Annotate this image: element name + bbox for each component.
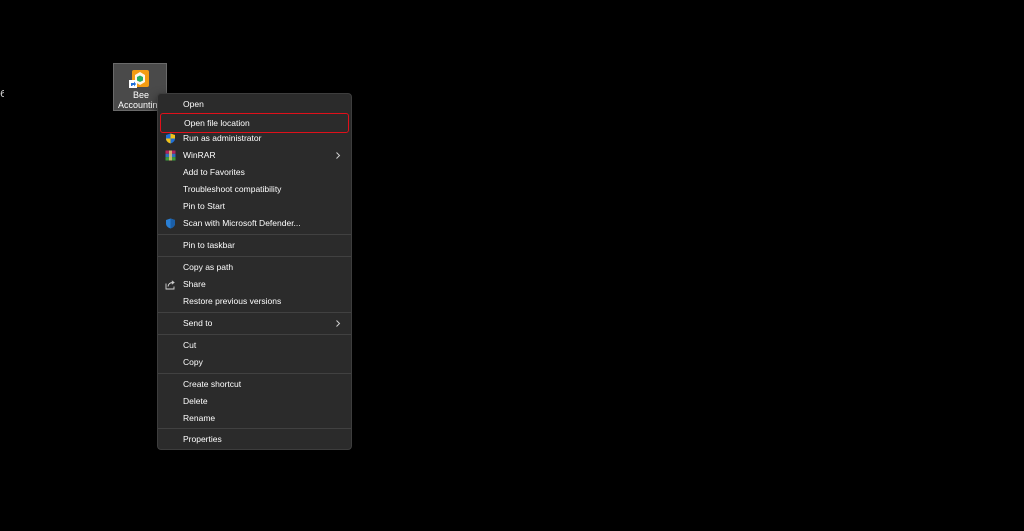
menu-item-pin-to-start[interactable]: Pin to Start [160, 198, 349, 215]
menu-item-scan-with-defender[interactable]: Scan with Microsoft Defender... [160, 215, 349, 232]
menu-item-label: Add to Favorites [183, 167, 245, 177]
context-menu[interactable]: Open Open file location Run as administr… [157, 93, 352, 450]
winrar-icon [165, 150, 176, 161]
menu-item-cut[interactable]: Cut [160, 337, 349, 354]
menu-item-pin-to-taskbar[interactable]: Pin to taskbar [160, 237, 349, 254]
menu-separator [158, 373, 351, 374]
bee-accounting-app-icon [129, 70, 149, 88]
menu-item-restore-previous-versions[interactable]: Restore previous versions [160, 293, 349, 310]
menu-item-label: Scan with Microsoft Defender... [183, 218, 301, 228]
menu-item-rename[interactable]: Rename [160, 410, 349, 427]
menu-item-winrar[interactable]: WinRAR [160, 147, 349, 164]
menu-item-label: Troubleshoot compatibility [183, 184, 282, 194]
menu-separator [158, 234, 351, 235]
menu-item-label: Properties [183, 434, 222, 444]
menu-item-copy-as-path[interactable]: Copy as path [160, 259, 349, 276]
menu-item-label: Copy [183, 357, 203, 367]
menu-item-troubleshoot-compatibility[interactable]: Troubleshoot compatibility [160, 181, 349, 198]
menu-item-label: Share [183, 279, 206, 289]
menu-item-add-to-favorites[interactable]: Add to Favorites [160, 164, 349, 181]
menu-item-create-shortcut[interactable]: Create shortcut [160, 376, 349, 393]
menu-item-label: Open file location [184, 118, 250, 128]
menu-item-label: Pin to taskbar [183, 240, 235, 250]
chevron-right-icon [336, 152, 341, 159]
menu-item-label: Create shortcut [183, 379, 242, 389]
menu-separator [158, 334, 351, 335]
menu-item-label: WinRAR [183, 150, 216, 160]
menu-item-delete[interactable]: Delete [160, 393, 349, 410]
desktop-edge-text: 6 [0, 89, 4, 100]
chevron-right-icon [336, 320, 341, 327]
menu-item-properties[interactable]: Properties [160, 431, 349, 448]
menu-item-label: Run as administrator [183, 133, 262, 143]
menu-separator [158, 428, 351, 429]
menu-item-label: Cut [183, 340, 197, 350]
menu-item-run-as-administrator[interactable]: Run as administrator [160, 130, 349, 147]
uac-shield-icon [166, 133, 175, 144]
menu-item-send-to[interactable]: Send to [160, 315, 349, 332]
desktop[interactable]: 6 Bee Accountin Open Open file location [0, 0, 1024, 531]
menu-item-open[interactable]: Open [160, 96, 349, 113]
menu-item-copy[interactable]: Copy [160, 354, 349, 371]
desktop-shortcut-label-line1: Bee [132, 90, 149, 100]
menu-item-label: Rename [183, 413, 216, 423]
menu-item-label: Delete [183, 396, 208, 406]
menu-item-label: Copy as path [183, 262, 234, 272]
menu-separator [158, 256, 351, 257]
menu-item-label: Restore previous versions [183, 296, 282, 306]
share-icon [165, 280, 175, 290]
menu-separator [158, 312, 351, 313]
menu-item-label: Open [183, 99, 204, 109]
menu-item-label: Pin to Start [183, 201, 226, 211]
menu-item-share[interactable]: Share [160, 276, 349, 293]
menu-item-label: Send to [183, 318, 213, 328]
defender-shield-icon [166, 218, 175, 229]
